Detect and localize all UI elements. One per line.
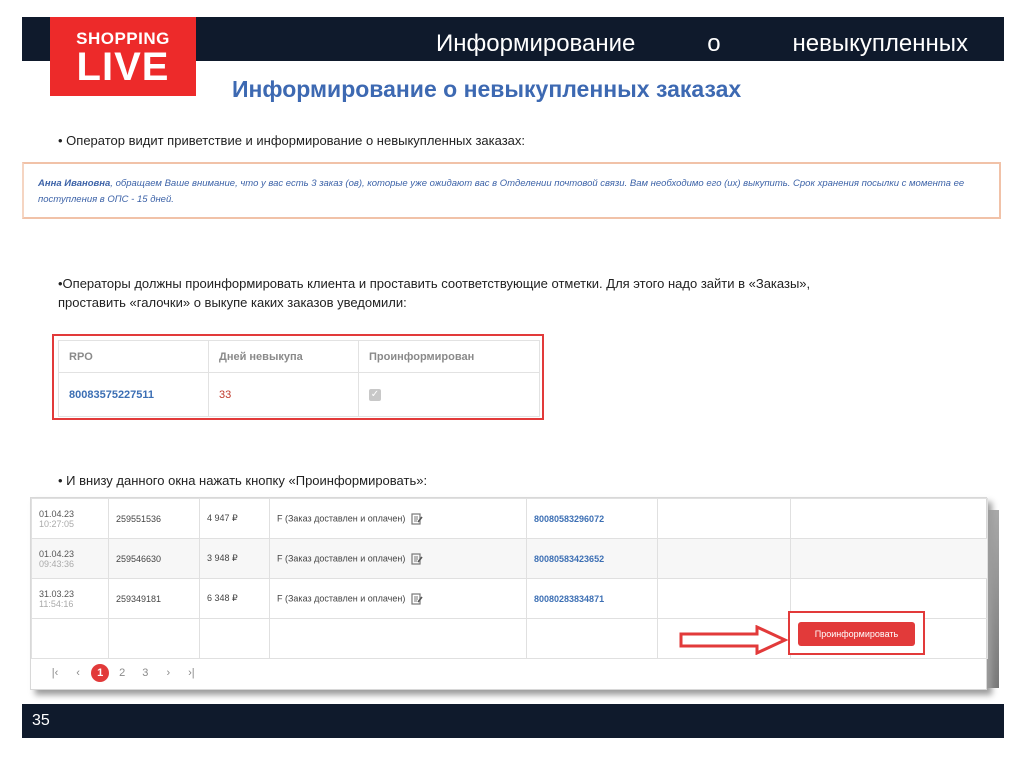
- empty-cell: [31, 618, 109, 659]
- next-page-button[interactable]: ›: [158, 664, 178, 682]
- order-status: F (Заказ доставлен и оплачен): [277, 592, 406, 603]
- order-date: 31.03.23: [39, 588, 75, 599]
- greeting-message: Анна Ивановна, обращаем Ваше внимание, ч…: [38, 176, 985, 208]
- orders-window: 01.04.23 10:27:05 259551536 4 947 ₽ F (За…: [30, 497, 988, 690]
- order-date: 01.04.23: [39, 548, 75, 559]
- order-sum: 3 948 ₽: [199, 538, 270, 579]
- rpo-link[interactable]: 80083575227511: [69, 389, 154, 401]
- table-row[interactable]: 01.04.23 10:27:05 259551536 4 947 ₽ F (За…: [31, 498, 988, 539]
- greeting-text: , обращаем Ваше внимание, что у вас есть…: [38, 178, 965, 205]
- days-column-header: Дней невыкупа: [208, 340, 359, 373]
- page-2-button[interactable]: 2: [112, 664, 132, 682]
- rpo-column-header: RPO: [58, 340, 209, 373]
- empty-cell: [199, 618, 270, 659]
- order-sum: 4 947 ₽: [199, 498, 270, 539]
- empty-cell: [790, 498, 988, 539]
- order-track-link[interactable]: 80080583423652: [534, 554, 604, 564]
- empty-cell: [657, 538, 791, 579]
- order-track-link[interactable]: 80080283834871: [534, 594, 604, 604]
- empty-cell: [108, 618, 200, 659]
- bullet-mark-orders: •Операторы должны проинформировать клиен…: [58, 274, 938, 312]
- bullet-press-button: • И внизу данного окна нажать кнопку «Пр…: [58, 473, 428, 488]
- edit-document-icon[interactable]: [411, 592, 423, 605]
- page-3-button[interactable]: 3: [135, 664, 155, 682]
- order-sum: 6 348 ₽: [199, 578, 270, 619]
- order-time: 09:43:36: [39, 558, 75, 569]
- order-time: 11:54:16: [39, 598, 74, 609]
- inform-button[interactable]: Проинформировать: [798, 622, 915, 646]
- shopping-live-logo: SHOPPING LIVE: [50, 17, 196, 96]
- first-page-button[interactable]: |‹: [45, 664, 65, 682]
- informed-checkbox[interactable]: ✓: [369, 389, 381, 401]
- inform-button-highlight: Проинформировать: [788, 611, 925, 655]
- days-value: 33: [219, 388, 232, 401]
- slide-page-number: 35: [32, 712, 50, 729]
- rpo-table-frame: RPO Дней невыкупа Проинформирован 800835…: [52, 334, 544, 420]
- order-status: F (Заказ доставлен и оплачен): [277, 552, 406, 563]
- empty-cell: [526, 618, 658, 659]
- order-id: 259349181: [108, 578, 200, 619]
- order-status: F (Заказ доставлен и оплачен): [277, 512, 406, 523]
- prev-page-button[interactable]: ‹: [68, 664, 88, 682]
- edit-document-icon[interactable]: [411, 512, 423, 525]
- order-track-link[interactable]: 80080583296072: [534, 514, 604, 524]
- slide-subtitle: Информирование о невыкупленных заказах: [232, 76, 742, 102]
- logo-line-2: LIVE: [76, 45, 170, 89]
- window-shadow: [987, 510, 999, 688]
- greeting-message-box: Анна Ивановна, обращаем Ваше внимание, ч…: [22, 162, 1001, 219]
- page-1-button[interactable]: 1: [91, 664, 110, 682]
- rpo-header-row: RPO Дней невыкупа Проинформирован: [58, 340, 540, 373]
- header-title: Информирование о невыкупленных: [436, 30, 968, 57]
- pagination: |‹ ‹ 1 2 3 › ›|: [45, 664, 201, 682]
- empty-cell: [269, 618, 527, 659]
- bullet-mark-orders-line2: проставить «галочки» о выкупе каких зака…: [58, 295, 407, 310]
- bullet-greeting: • Оператор видит приветствие и информиро…: [58, 133, 525, 148]
- empty-cell: [657, 498, 791, 539]
- order-id: 259546630: [108, 538, 200, 579]
- empty-cell: [790, 538, 988, 579]
- order-date: 01.04.23: [39, 508, 75, 519]
- order-id: 259551536: [108, 498, 200, 539]
- edit-document-icon[interactable]: [411, 552, 423, 565]
- rpo-row: 80083575227511 33 ✓: [58, 372, 540, 417]
- pointer-arrow-icon: [679, 625, 789, 655]
- client-name: Анна Ивановна: [38, 178, 111, 189]
- informed-column-header: Проинформирован: [358, 340, 540, 373]
- order-time: 10:27:05: [39, 518, 75, 529]
- last-page-button[interactable]: ›|: [181, 664, 201, 682]
- bullet-mark-orders-line1: •Операторы должны проинформировать клиен…: [58, 276, 811, 291]
- table-row[interactable]: 01.04.23 09:43:36 259546630 3 948 ₽ F (За…: [31, 538, 988, 579]
- footer-bar: 35: [22, 704, 1004, 738]
- empty-cell: [657, 578, 791, 619]
- rpo-table: RPO Дней невыкупа Проинформирован 800835…: [58, 340, 540, 417]
